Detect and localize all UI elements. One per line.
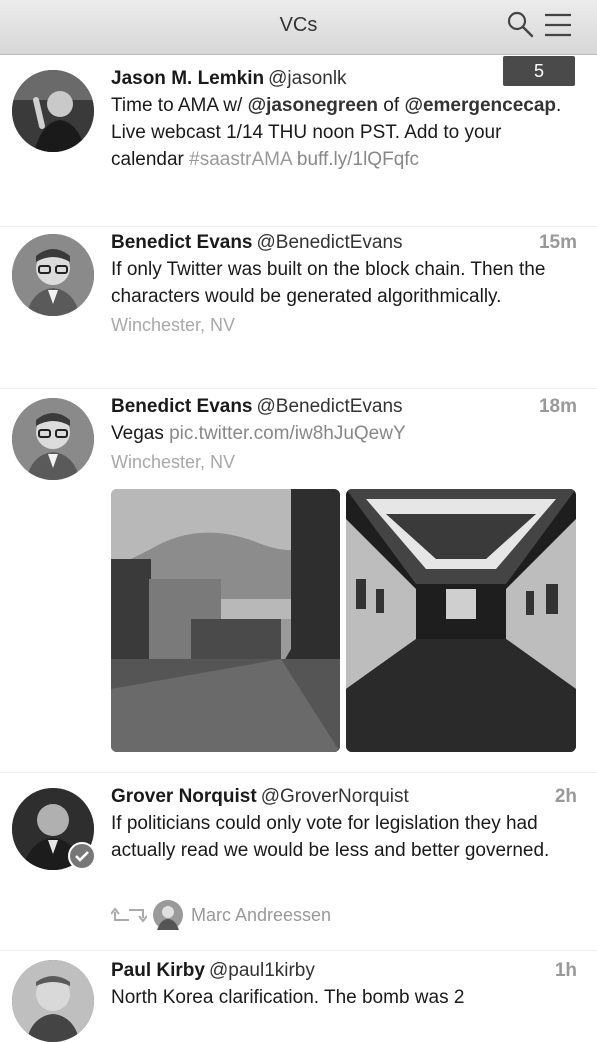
title-bar: VCs [0, 0, 597, 55]
tweet-location[interactable]: Winchester, NV [111, 449, 577, 475]
tweet-text: If politicians could only vote for legis… [111, 813, 550, 861]
avatar[interactable] [12, 70, 94, 152]
divider [0, 226, 597, 227]
avatar[interactable] [12, 234, 94, 316]
author-handle[interactable]: @BenedictEvans [257, 232, 403, 253]
author-name[interactable]: Benedict Evans [111, 396, 253, 417]
timestamp: 2h [554, 786, 577, 807]
tweet[interactable]: Paul Kirby @paul1kirby 1h North Korea cla… [0, 956, 597, 1042]
retweet-info[interactable]: Marc Andreessen [111, 900, 331, 930]
retweeted-by-name[interactable]: Marc Andreessen [191, 905, 331, 926]
timestamp: 15m [538, 232, 577, 253]
tweet[interactable]: Grover Norquist @GroverNorquist 2h If pol… [0, 782, 597, 952]
divider [0, 772, 597, 773]
avatar[interactable] [12, 398, 94, 480]
tweet-text: Time to AMA w/ @jasonegreen of @emergenc… [111, 95, 562, 170]
tweet-text: If only Twitter was built on the block c… [111, 259, 546, 307]
verified-icon [68, 842, 96, 870]
url-link[interactable]: pic.twitter.com/iw8hJuQewY [169, 423, 406, 444]
tweet[interactable]: Jason M. Lemkin @jasonlk Time to AMA w/ @… [0, 62, 597, 227]
media-photo-street[interactable] [111, 489, 340, 752]
avatar[interactable] [12, 960, 94, 1042]
author-name[interactable]: Jason M. Lemkin [111, 68, 264, 89]
divider [0, 388, 597, 389]
author-name[interactable]: Grover Norquist [111, 786, 257, 807]
author-handle[interactable]: @paul1kirby [209, 960, 315, 981]
tweet-text: Vegas pic.twitter.com/iw8hJuQewY [111, 423, 406, 444]
url-link[interactable]: buff.ly/1lQFqfc [297, 149, 419, 170]
retweet-icon [111, 907, 147, 923]
tweet-media [111, 489, 576, 752]
avatar [153, 900, 183, 930]
hashtag-link[interactable]: #saastrAMA [189, 149, 291, 170]
author-name[interactable]: Paul Kirby [111, 960, 205, 981]
tweet-location[interactable]: Winchester, NV [111, 312, 577, 338]
author-handle[interactable]: @BenedictEvans [257, 396, 403, 417]
timestamp: 1h [554, 960, 577, 981]
tweet[interactable]: Benedict Evans @BenedictEvans 15m If only… [0, 228, 597, 388]
author-name[interactable]: Benedict Evans [111, 232, 253, 253]
timestamp: 18m [538, 396, 577, 417]
author-handle[interactable]: @jasonlk [268, 68, 346, 89]
search-icon[interactable] [506, 10, 534, 38]
hamburger-menu-icon[interactable] [542, 10, 574, 40]
media-photo-hallway[interactable] [346, 489, 576, 752]
divider [0, 950, 597, 951]
author-handle[interactable]: @GroverNorquist [261, 786, 409, 807]
mention-link[interactable]: @jasonegreen [248, 95, 378, 116]
tweet-text: North Korea clarification. The bomb was … [111, 987, 465, 1008]
mention-link[interactable]: @emergencecap [404, 95, 556, 116]
